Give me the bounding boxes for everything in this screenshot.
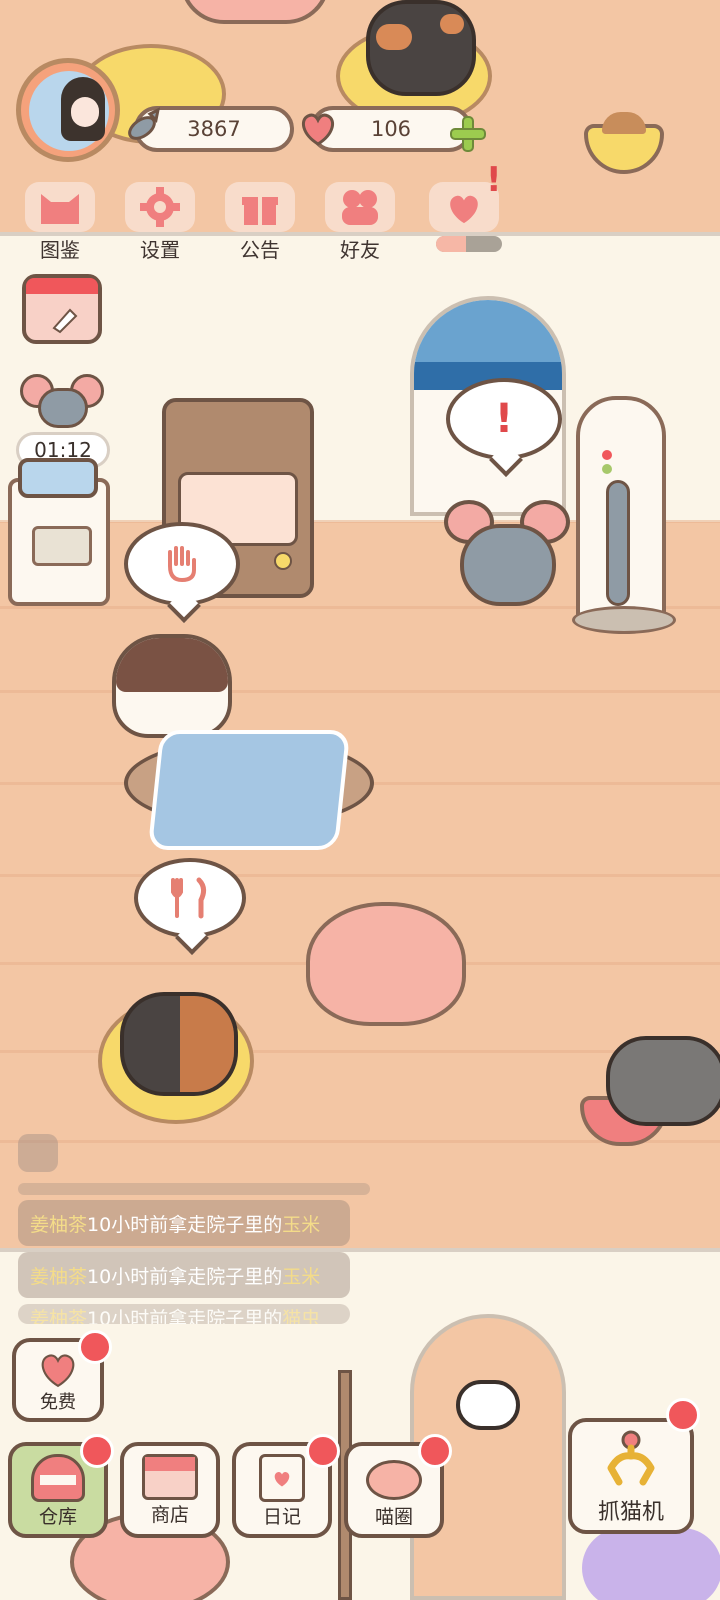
- angry-mouse[interactable]: [444, 500, 570, 610]
- calendar-icon[interactable]: [22, 274, 102, 344]
- mouse-event-icon[interactable]: [20, 370, 106, 432]
- feed-user-name: 姜柚茶: [30, 1265, 88, 1288]
- menu-tile: [25, 182, 95, 232]
- gift-icon: [242, 197, 278, 225]
- plus-icon[interactable]: [448, 114, 488, 154]
- feed-item[interactable]: 姜柚茶 10小时前拿走院子里的 猫虫: [18, 1304, 350, 1324]
- notification-dot: [80, 1434, 114, 1468]
- feed-text: 10小时前拿走院子里的: [87, 1308, 283, 1324]
- free-label: 免费: [40, 1392, 76, 1413]
- warehouse-icon: [31, 1454, 85, 1502]
- friends-icon: [342, 190, 378, 225]
- claw-machine-button[interactable]: 抓猫机: [568, 1418, 694, 1534]
- floor-plank-line: [0, 874, 720, 877]
- food-bowl[interactable]: [584, 112, 664, 174]
- cat-circle-label: 喵圈: [374, 1506, 413, 1528]
- notification-mark: !: [486, 160, 502, 200]
- feed-user-name: 姜柚茶: [30, 1213, 88, 1236]
- tablecloth: [147, 730, 351, 850]
- feed-item[interactable]: 姜柚茶 10小时前拿走院子里的 玉米: [18, 1200, 350, 1246]
- shop-icon: [142, 1454, 198, 1500]
- hydrangea-flowers: [582, 1528, 720, 1600]
- feed-text: 10小时前拿走院子里的: [87, 1265, 283, 1288]
- menu-settings-label: 设置: [140, 238, 180, 262]
- cat-head-icon: [41, 194, 79, 224]
- gray-cat[interactable]: [606, 1036, 720, 1126]
- menu-friends-label: 好友: [340, 238, 380, 262]
- shop-button[interactable]: 商店: [120, 1442, 220, 1538]
- chat-toggle-button[interactable]: [18, 1134, 58, 1172]
- notification-dot: [666, 1398, 700, 1432]
- alert-bubble[interactable]: !: [446, 378, 562, 460]
- menu-collection[interactable]: 图鉴: [20, 182, 100, 262]
- fish-currency[interactable]: 3867: [128, 106, 294, 152]
- tortoiseshell-cat[interactable]: [120, 992, 238, 1096]
- avatar-face: [71, 97, 99, 127]
- menu-tile: [125, 182, 195, 232]
- diary-label: 日记: [262, 1506, 301, 1528]
- fork-knife-icon: [171, 877, 207, 919]
- feed-item-name: 玉米: [282, 1213, 321, 1236]
- menu-collection-label: 图鉴: [40, 238, 80, 262]
- hand-icon: [168, 546, 196, 583]
- menu-announcement[interactable]: 公告: [220, 182, 300, 262]
- pink-cushion-top[interactable]: [180, 0, 330, 24]
- fish-icon: [128, 107, 161, 140]
- notification-dot: [78, 1330, 112, 1364]
- chat-collapse-bar[interactable]: [18, 1183, 370, 1195]
- brown-white-cat[interactable]: [112, 634, 232, 738]
- food-bubble[interactable]: [134, 858, 246, 938]
- friendship-progress: [436, 236, 502, 252]
- notification-dot: [306, 1434, 340, 1468]
- water-bottle: [18, 458, 98, 498]
- fish-count: 3867: [187, 117, 241, 141]
- alert-mark: !: [494, 396, 514, 442]
- panda-ornament: [456, 1380, 520, 1430]
- player-avatar[interactable]: [16, 58, 120, 162]
- heart-icon: [301, 113, 335, 146]
- feed-text: 10小时前拿走院子里的: [87, 1213, 283, 1236]
- menu-friends[interactable]: 好友: [320, 182, 400, 262]
- friendship-progress-fill: [436, 236, 466, 252]
- gear-icon: [140, 187, 180, 227]
- menu-announcement-label: 公告: [240, 238, 280, 262]
- diary-icon: [259, 1454, 305, 1502]
- purifier-base: [572, 606, 676, 634]
- planet-cat-icon: [366, 1460, 422, 1500]
- feed-item-name: 玉米: [282, 1265, 321, 1288]
- menu-settings[interactable]: 设置: [120, 182, 200, 262]
- warehouse-label: 仓库: [38, 1506, 77, 1528]
- feed-item-name: 猫虫: [282, 1308, 321, 1324]
- feed-user-name: 姜柚茶: [30, 1308, 88, 1324]
- claw-icon: [607, 1430, 655, 1486]
- claw-machine-label: 抓猫机: [597, 1500, 664, 1525]
- notification-dot: [418, 1434, 452, 1468]
- floor-plank-line: [0, 690, 720, 693]
- heart-icon: [41, 1354, 75, 1388]
- air-purifier[interactable]: [576, 396, 666, 624]
- heart-count: 106: [370, 117, 412, 141]
- pink-beanbag[interactable]: [306, 902, 466, 1026]
- menu-tile: [325, 182, 395, 232]
- calico-cat[interactable]: [366, 0, 476, 96]
- feed-item[interactable]: 姜柚茶 10小时前拿走院子里的 玉米: [18, 1252, 350, 1298]
- shop-label: 商店: [150, 1504, 189, 1526]
- hand-bubble[interactable]: [124, 522, 240, 606]
- menu-tile: [225, 182, 295, 232]
